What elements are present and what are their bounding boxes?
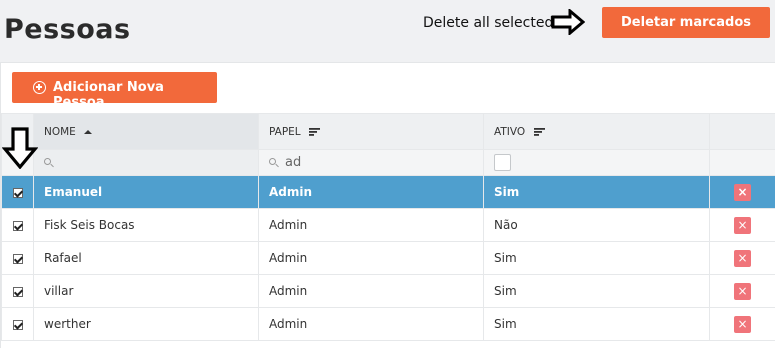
row-checkbox[interactable] [12,253,23,264]
cell-ativo: Sim [483,175,710,209]
page-title: Pessoas [4,14,131,45]
cell-nome: Rafael [33,241,259,275]
row-select-cell [1,307,34,341]
row-select-cell [1,274,34,308]
column-header-papel[interactable]: PAPEL [258,113,484,150]
cell-papel: Admin [258,241,484,275]
row-actions-cell: × [709,208,775,242]
table-row[interactable]: villar Admin Sim × [1,274,775,308]
header-row: NOME PAPEL ATIVO [1,113,775,150]
add-person-label: Adicionar Nova Pessoa [53,80,164,110]
table-row[interactable]: Rafael Admin Sim × [1,241,775,275]
sort-icon [309,127,321,136]
papel-filter-value: ad [285,155,302,170]
sort-icon [533,127,545,136]
ativo-filter-checkbox[interactable] [494,154,511,171]
sort-ascending-icon [84,129,93,134]
cell-papel: Admin [258,208,484,242]
row-actions-cell: × [709,241,775,275]
row-actions-cell: × [709,175,775,209]
row-checkbox[interactable] [12,187,23,198]
ativo-filter-cell [483,149,710,176]
cell-papel: Admin [258,274,484,308]
table-row[interactable]: Emanuel Admin Sim × [1,175,775,209]
arrow-right-icon [551,9,585,35]
column-header-ativo[interactable]: ATIVO [483,113,710,150]
cell-nome: werther [33,307,259,341]
row-checkbox[interactable] [12,220,23,231]
search-icon [269,157,279,168]
row-select-cell [1,208,34,242]
column-header-nome[interactable]: NOME [33,113,259,150]
search-icon [44,157,54,168]
delete-marked-button[interactable]: Deletar marcados [602,7,770,38]
header-actions-cell [709,113,775,150]
row-actions-cell: × [709,307,775,341]
column-label-ativo: ATIVO [494,125,526,138]
cell-ativo: Não [483,208,710,242]
row-checkbox[interactable] [12,319,23,330]
cell-ativo: Sim [483,307,710,341]
annotation-text: Delete all selected [423,15,554,31]
cell-papel: Admin [258,175,484,209]
cell-nome: Emanuel [33,175,259,209]
cell-ativo: Sim [483,241,710,275]
filter-actions-cell [709,149,775,176]
filter-row: ad [1,149,775,176]
arrow-down-icon [2,127,38,169]
column-label-nome: NOME [44,125,76,138]
add-person-button[interactable]: Adicionar Nova Pessoa [12,72,217,110]
cell-nome: villar [33,274,259,308]
cell-ativo: Sim [483,274,710,308]
plus-circle-icon [33,81,46,94]
row-select-cell [1,241,34,275]
people-panel: Adicionar Nova Pessoa NOME PAPEL ATIVO a… [0,62,775,348]
delete-row-button[interactable]: × [734,183,751,201]
row-select-cell [1,175,34,209]
nome-filter-input[interactable] [33,149,259,176]
delete-row-button[interactable]: × [734,249,751,267]
delete-row-button[interactable]: × [734,282,751,300]
column-label-papel: PAPEL [269,125,301,138]
delete-row-button[interactable]: × [734,216,751,234]
people-table: NOME PAPEL ATIVO ad Emanuel Admin Sim × … [1,113,775,341]
row-checkbox[interactable] [12,286,23,297]
table-row[interactable]: werther Admin Sim × [1,307,775,341]
delete-row-button[interactable]: × [734,315,751,333]
row-actions-cell: × [709,274,775,308]
papel-filter-input[interactable]: ad [258,149,484,176]
cell-papel: Admin [258,307,484,341]
table-row[interactable]: Fisk Seis Bocas Admin Não × [1,208,775,242]
cell-nome: Fisk Seis Bocas [33,208,259,242]
